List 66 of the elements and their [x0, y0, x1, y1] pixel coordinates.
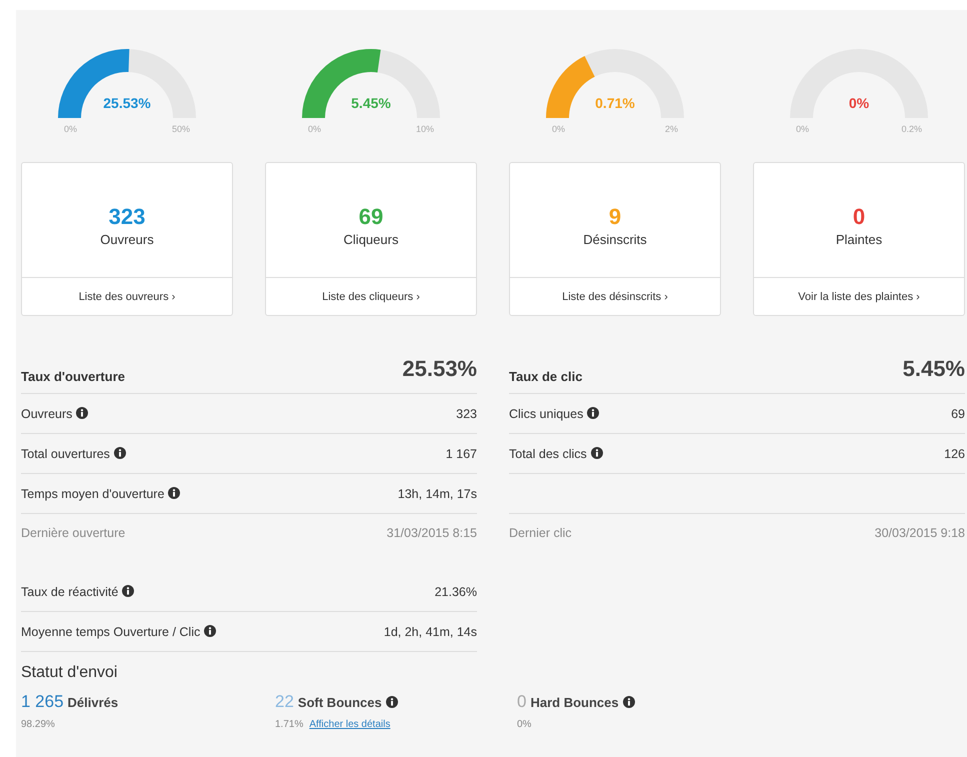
delivery-count: 0 [517, 692, 526, 712]
row-value: 13h, 14m, 17s [398, 486, 477, 500]
delivery-percent: 1.71% [275, 719, 304, 730]
metric-count: 9 [608, 204, 622, 230]
section-heading: Statut d'envoi [21, 664, 118, 682]
rate-value: 5.45% [902, 356, 965, 382]
row-label: Dernier clic [509, 526, 572, 540]
info-icon[interactable] [76, 406, 88, 418]
row-value: 31/03/2015 8:15 [386, 526, 477, 540]
gauge-value: 25.53% [102, 95, 152, 111]
metric-label: Ouvreurs [100, 232, 154, 246]
delivery-label: Soft Bounces [298, 695, 382, 710]
details-link[interactable]: Afficher les détails [309, 719, 390, 730]
section-title: Taux d'ouverture [21, 369, 125, 384]
metric-count: 323 [108, 204, 146, 230]
info-icon[interactable] [114, 446, 126, 458]
row-label: Temps moyen d'ouverture [21, 486, 164, 500]
scale-max: 50% [172, 124, 190, 134]
row-label: Moyenne temps Ouverture / Clic [21, 624, 200, 638]
delivery-count: 1 265 [21, 692, 64, 712]
row-value: 1 167 [446, 446, 477, 460]
row-label: Total ouvertures [21, 446, 110, 460]
info-icon[interactable] [168, 486, 180, 498]
gauge-value: 0.71% [594, 95, 636, 111]
scale-min: 0% [64, 124, 78, 134]
info-icon[interactable] [587, 406, 600, 418]
row-label: Total des clics [509, 446, 587, 460]
scale-min: 0% [796, 124, 810, 134]
row-value: 323 [456, 406, 477, 420]
row-value: 30/03/2015 9:18 [874, 526, 965, 540]
row-value: 1d, 2h, 41m, 14s [384, 624, 477, 638]
info-icon[interactable] [386, 696, 398, 708]
delivery-percent: 98.29% [21, 719, 55, 730]
info-icon[interactable] [622, 696, 635, 708]
list-link[interactable]: Voir la liste des plaintes › [798, 290, 920, 302]
row-label: Taux de réactivité [21, 584, 118, 598]
delivery-label: Délivrés [68, 695, 118, 710]
row-label: Clics uniques [509, 406, 584, 420]
info-icon[interactable] [590, 446, 603, 458]
section-title: Taux de clic [509, 369, 582, 384]
info-icon[interactable] [122, 584, 134, 596]
rate-value: 25.53% [402, 356, 477, 382]
list-link[interactable]: Liste des désinscrits › [562, 290, 668, 302]
metric-label: Désinscrits [583, 232, 647, 246]
info-icon[interactable] [204, 624, 216, 636]
scale-max: 0.2% [901, 124, 922, 134]
row-label: Dernière ouverture [21, 526, 126, 540]
delivery-percent: 0% [517, 719, 532, 730]
metric-count: 0 [852, 204, 866, 230]
scale-max: 10% [416, 124, 434, 134]
delivery-count: 22 [275, 692, 294, 712]
gauge-value: 0% [848, 95, 870, 111]
metric-count: 69 [358, 204, 384, 230]
gauge-value: 5.45% [350, 95, 392, 111]
metric-label: Plaintes [836, 232, 882, 246]
list-link[interactable]: Liste des cliqueurs › [322, 290, 420, 302]
scale-max: 2% [664, 124, 678, 134]
row-value: 21.36% [434, 584, 477, 598]
scale-min: 0% [308, 124, 322, 134]
row-value: 126 [944, 446, 965, 460]
delivery-label: Hard Bounces [530, 695, 619, 710]
scale-min: 0% [552, 124, 566, 134]
metric-label: Cliqueurs [344, 232, 398, 246]
row-value: 69 [951, 406, 965, 420]
row-label: Ouvreurs [21, 406, 72, 420]
list-link[interactable]: Liste des ouvreurs › [78, 290, 176, 302]
